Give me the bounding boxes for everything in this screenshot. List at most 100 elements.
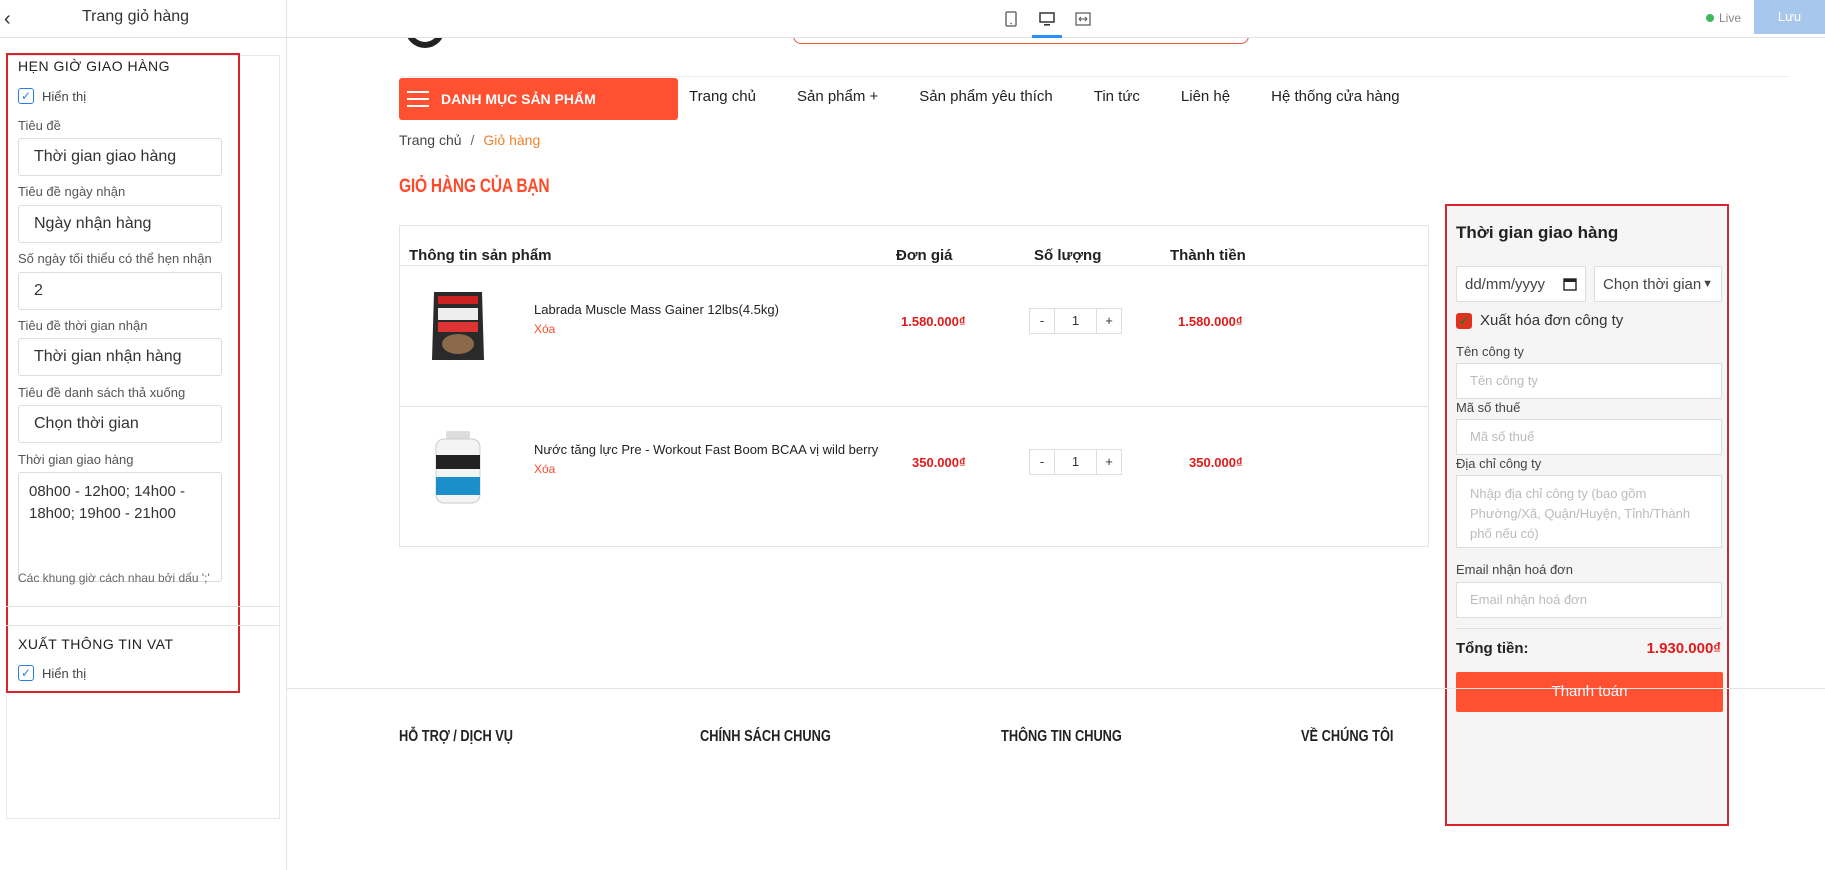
line-total: 350.000₫ [1189,455,1243,470]
minus-button[interactable]: - [1030,309,1054,333]
title-label: Tiêu đề [18,118,61,133]
checkout-title: Thời gian giao hàng [1456,223,1619,242]
tablet-icon[interactable] [1000,0,1022,38]
search-bar[interactable] [793,38,1249,44]
min-days-input[interactable]: 2 [18,272,222,310]
hamburger-icon [407,91,429,107]
row-divider [400,406,1428,407]
dropdown-title-input[interactable]: Chọn thời gian [18,405,222,443]
back-icon[interactable]: ‹ [4,8,11,31]
date-placeholder: dd/mm/yyyy [1465,275,1546,293]
checkbox-checked-icon: ✓ [1456,312,1472,329]
invoice-checkbox[interactable]: ✓ Xuất hóa đơn công ty [1456,312,1623,329]
tax-label: Mã số thuế [1456,400,1521,415]
breadcrumb-separator: / [470,132,475,148]
checkout-panel: Thời gian giao hàng dd/mm/yyyy Chọn thời… [1448,206,1725,824]
plus-button[interactable]: + [1097,309,1121,333]
quantity-stepper: - 1 + [1029,308,1122,334]
nav-favorites[interactable]: Sản phẩm yêu thích [919,88,1052,105]
breadcrumb-current: Giỏ hàng [483,132,541,148]
unit-price: 350.000₫ [912,455,966,470]
fullwidth-icon[interactable] [1072,0,1094,38]
editor-topbar: ‹ Trang giỏ hàng Live Lưu [0,0,1825,38]
checkout-button[interactable]: Thanh toán [1456,672,1723,712]
checkbox-checked-icon: ✓ [18,88,34,104]
calendar-icon [1563,278,1577,291]
total-value: 1.930.000₫ [1646,640,1721,657]
header-product: Thông tin sản phẩm [409,247,552,264]
cart-table: Thông tin sản phẩm Đơn giá Số lượng Thàn… [399,225,1429,547]
store-logo[interactable] [405,38,445,48]
footer-divider [287,688,1825,689]
device-switcher [1000,0,1094,38]
nav-stores[interactable]: Hệ thống cửa hàng [1271,88,1399,105]
settings-sidebar: HẸN GIỜ GIAO HÀNG ✓ Hiển thị Tiêu đề Thời… [0,38,286,870]
address-label: Địa chỉ công ty [1456,456,1542,471]
remove-link[interactable]: Xóa [534,322,555,336]
quantity-value[interactable]: 1 [1054,309,1097,333]
time-title-label: Tiêu đề thời gian nhận [18,318,148,333]
unit-price: 1.580.000₫ [901,314,966,329]
cart-title: GIỎ HÀNG CỦA BẠN [399,176,550,197]
header-price: Đơn giá [896,247,953,264]
vat-show-checkbox[interactable]: ✓ Hiển thị [18,665,86,681]
total-divider [1456,628,1722,629]
address-textarea[interactable]: Nhập địa chỉ công ty (bao gồm Phường/Xã,… [1456,475,1722,548]
checkbox-checked-icon: ✓ [18,665,34,681]
vat-section-title: XUẤT THÔNG TIN VAT [18,636,174,652]
date-input[interactable]: dd/mm/yyyy [1456,266,1586,302]
company-label: Tên công ty [1456,344,1524,359]
category-menu-button[interactable]: DANH MỤC SẢN PHẨM [399,78,678,120]
slots-textarea[interactable]: 08h00 - 12h00; 14h00 - 18h00; 19h00 - 21… [18,472,222,582]
date-title-label: Tiêu đề ngày nhận [18,184,126,199]
footer-heading: CHÍNH SÁCH CHUNG [700,728,831,745]
checkbox-label: Hiển thị [42,665,87,681]
checkbox-label: Hiển thị [42,88,87,104]
section-divider [6,625,280,626]
company-input[interactable]: Tên công ty [1456,363,1722,399]
footer-heading: HỖ TRỢ / DỊCH VỤ [399,728,514,745]
breadcrumb-home[interactable]: Trang chủ [399,132,462,148]
remove-link[interactable]: Xóa [534,462,555,476]
breadcrumb: Trang chủ / Giỏ hàng [399,132,540,148]
line-total: 1.580.000₫ [1178,314,1243,329]
chevron-down-icon: ▼ [1702,278,1713,290]
quantity-value[interactable]: 1 [1054,450,1097,474]
nav-contact[interactable]: Liên hệ [1181,88,1230,105]
header-divider [399,76,1789,77]
product-image[interactable] [417,422,499,512]
product-name[interactable]: Nước tăng lực Pre - Workout Fast Boom BC… [534,442,878,457]
product-image[interactable] [417,281,499,371]
invoice-label: Xuất hóa đơn công ty [1480,312,1624,329]
product-name[interactable]: Labrada Muscle Mass Gainer 12lbs(4.5kg) [534,302,779,317]
minus-button[interactable]: - [1030,450,1054,474]
time-title-input[interactable]: Thời gian nhận hàng [18,338,222,376]
title-input[interactable]: Thời gian giao hàng [18,138,222,176]
panel-title: Trang giỏ hàng [82,8,190,25]
live-status: Live [1706,11,1741,25]
row-divider [400,265,1428,266]
email-label: Email nhận hoá đơn [1456,562,1573,577]
header-total: Thành tiền [1170,247,1246,264]
tax-input[interactable]: Mã số thuế [1456,419,1722,455]
desktop-icon[interactable] [1032,0,1062,38]
nav-news[interactable]: Tin tức [1094,88,1140,105]
plus-button[interactable]: + [1097,450,1121,474]
total-label: Tổng tiền: [1456,640,1529,657]
live-dot-icon [1706,14,1714,22]
save-button[interactable]: Lưu [1754,0,1825,34]
delivery-show-checkbox[interactable]: ✓ Hiển thị [18,88,86,104]
min-days-label: Số ngày tối thiểu có thể hẹn nhận [18,251,212,266]
nav-home[interactable]: Trang chủ [689,88,756,105]
dropdown-title-label: Tiêu đề danh sách thả xuống [18,385,186,400]
date-title-input[interactable]: Ngày nhận hàng [18,205,222,243]
nav-products[interactable]: Sản phẩm + [797,88,878,105]
time-select[interactable]: Chọn thời gian ▼ [1594,266,1722,302]
slots-label: Thời gian giao hàng [18,452,134,467]
header-quantity: Số lượng [1034,247,1102,264]
category-button-label: DANH MỤC SẢN PHẨM [441,91,596,107]
time-select-value: Chọn thời gian [1603,275,1702,293]
email-input[interactable]: Email nhận hoá đơn [1456,582,1722,618]
section-divider [6,606,280,607]
delivery-section-title: HẸN GIỜ GIAO HÀNG [18,58,170,74]
